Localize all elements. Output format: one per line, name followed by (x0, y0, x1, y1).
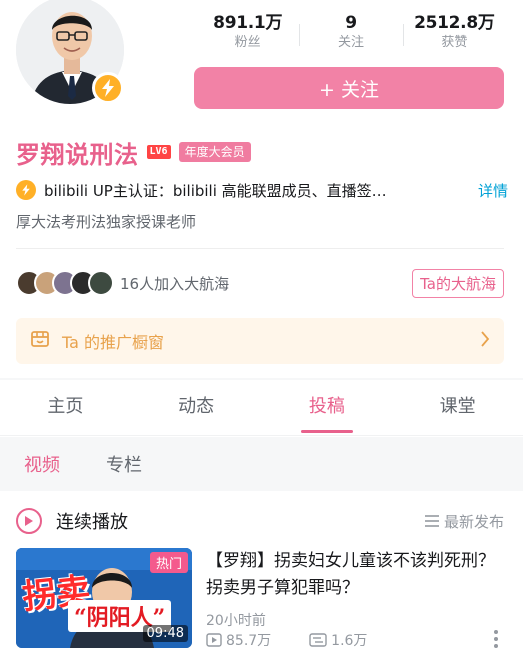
guard-row[interactable]: 16人加入大航海 Ta的大航海 (16, 266, 504, 300)
shop-window-card[interactable]: Ta 的推广橱窗 (16, 318, 504, 364)
stat-likes-label: 获赞 (441, 35, 468, 50)
guard-button[interactable]: Ta的大航海 (412, 268, 504, 298)
certification-text: bilibili UP主认证：bilibili 高能联盟成员、直播签… (44, 181, 387, 200)
video-title[interactable]: 【罗翔】拐卖妇女儿童该不该判死刑？拐卖男子算犯罪吗？ (206, 548, 504, 602)
shop-window-label: Ta 的推广橱窗 (62, 333, 165, 352)
guard-count-text: 16人加入大航海 (120, 274, 230, 293)
verified-bolt-icon (16, 180, 36, 200)
section-separator (0, 378, 523, 380)
video-meta: 85.7万 1.6万 (206, 630, 367, 650)
danmaku-count: 1.6万 (309, 630, 367, 650)
video-thumbnail[interactable]: 拐卖 “阴阳人” 热门 09:48 (16, 548, 192, 648)
stat-fans-value: 891.1万 (213, 13, 283, 33)
stat-following[interactable]: 9 关注 (299, 12, 402, 58)
tab-home[interactable]: 主页 (0, 382, 131, 435)
stat-likes[interactable]: 2512.8万 获赞 (402, 12, 506, 58)
video-info: 【罗翔】拐卖妇女儿童该不该判死刑？拐卖男子算犯罪吗？ 20小时前 85.7万 1… (206, 548, 504, 655)
sub-tabs: 视频 专栏 (0, 437, 523, 491)
username: 罗翔说刑法 (16, 140, 139, 169)
play-count-icon (206, 633, 222, 647)
play-all-icon[interactable] (16, 508, 42, 534)
subtab-videos[interactable]: 视频 (24, 451, 60, 477)
view-count: 85.7万 (206, 630, 271, 650)
certification-row: bilibili UP主认证：bilibili 高能联盟成员、直播签… 详情 (16, 178, 508, 202)
stat-following-label: 关注 (337, 35, 364, 50)
video-publish-time: 20小时前 (206, 613, 266, 629)
avatar[interactable] (14, 0, 126, 106)
stat-following-value: 9 (345, 13, 357, 33)
list-icon (424, 515, 439, 527)
video-duration: 09:48 (142, 625, 188, 642)
level-badge: LV6 (146, 145, 171, 159)
more-vertical-icon[interactable] (494, 630, 498, 651)
follow-button[interactable]: + 关注 (194, 67, 504, 109)
vip-badge[interactable]: 年度大会员 (178, 142, 251, 162)
stat-fans-label: 粉丝 (234, 35, 261, 50)
stat-fans[interactable]: 891.1万 粉丝 (196, 12, 299, 58)
danmaku-count-value: 1.6万 (331, 633, 368, 649)
guard-avatars (16, 270, 114, 296)
divider (16, 248, 504, 249)
stats-bar: 891.1万 粉丝 9 关注 2512.8万 获赞 (196, 12, 506, 58)
certification-details-link[interactable]: 详情 (478, 180, 508, 201)
list-header: 连续播放 最新发布 (16, 506, 504, 536)
sort-label: 最新发布 (443, 512, 504, 531)
shop-icon (30, 329, 50, 353)
name-row: 罗翔说刑法 LV6 年度大会员 (16, 136, 251, 169)
view-count-value: 85.7万 (226, 633, 272, 649)
tab-classroom[interactable]: 课堂 (392, 382, 523, 435)
stat-likes-value: 2512.8万 (414, 13, 495, 33)
subtab-articles[interactable]: 专栏 (106, 451, 142, 477)
tab-uploads[interactable]: 投稿 (262, 382, 393, 435)
video-item[interactable]: 拐卖 “阴阳人” 热门 09:48 【罗翔】拐卖妇女儿童该不该判死刑？拐卖男子算… (16, 548, 504, 655)
guard-avatar (88, 270, 114, 296)
verified-bolt-icon (92, 72, 124, 104)
sort-toggle[interactable]: 最新发布 (424, 511, 504, 532)
tab-dynamics[interactable]: 动态 (131, 382, 262, 435)
main-tabs: 主页 动态 投稿 课堂 (0, 382, 523, 436)
danmaku-icon (309, 633, 327, 647)
hot-badge: 热门 (149, 552, 188, 573)
bio: 厚大法考刑法独家授课老师 (16, 213, 197, 231)
chevron-right-icon (480, 331, 490, 351)
continuous-play-label[interactable]: 连续播放 (56, 508, 128, 534)
